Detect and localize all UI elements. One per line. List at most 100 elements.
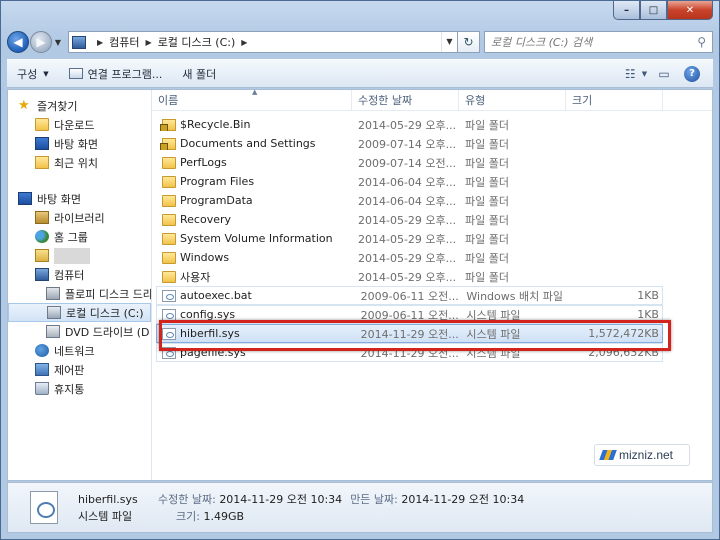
column-size[interactable]: 크기 — [566, 90, 663, 110]
nav-item-network[interactable]: 네트워크 — [8, 341, 151, 360]
help-button[interactable]: ? — [681, 64, 703, 84]
system-file-icon — [162, 327, 176, 340]
file-name: Windows — [180, 251, 230, 264]
maximize-button[interactable]: □ — [640, 1, 667, 20]
nav-item-control-panel[interactable]: 제어판 — [8, 360, 151, 379]
back-button[interactable]: ◀ — [7, 31, 29, 53]
nav-label: 최근 위치 — [54, 156, 98, 170]
breadcrumb-local-disk[interactable]: 로컬 디스크 (C:) — [158, 34, 236, 50]
nav-item-desktop-favorite[interactable]: 바탕 화면 — [8, 134, 151, 153]
file-name-cell: pagefile.sys — [157, 346, 355, 359]
file-type-cell: 시스템 파일 — [466, 327, 521, 341]
mizniz-logo-icon — [599, 450, 617, 460]
address-row: ◀ ▶ ▼ ▶ 컴퓨터 ▶ 로컬 디스크 (C:) ▶ ▼ ↻ ⚲ — [7, 29, 713, 55]
nav-item-user[interactable] — [8, 246, 151, 265]
minimize-button[interactable]: – — [613, 1, 640, 20]
file-name: PerfLogs — [180, 156, 227, 169]
table-row[interactable]: Program Files 2014-06-04 오후... 파일 폴더 — [152, 172, 712, 191]
nav-label: 라이브러리 — [54, 211, 105, 225]
file-name-cell: ProgramData — [152, 194, 352, 207]
file-name: ProgramData — [180, 194, 253, 207]
forward-button[interactable]: ▶ — [30, 31, 52, 53]
table-row[interactable]: pagefile.sys 2014-11-29 오전... 시스템 파일 2,096,… — [156, 343, 663, 362]
address-bar[interactable]: ▶ 컴퓨터 ▶ 로컬 디스크 (C:) ▶ ▼ — [68, 31, 458, 53]
nav-item-favorites[interactable]: ★ 즐겨찾기 — [8, 96, 151, 115]
folder-icon — [162, 156, 176, 169]
nav-item-local-disk[interactable]: 로컬 디스크 (C:) — [8, 303, 151, 322]
nav-label: 휴지통 — [54, 382, 85, 396]
control-panel-icon — [35, 363, 49, 376]
open-with-button[interactable]: 연결 프로그램... — [68, 66, 162, 82]
table-row[interactable]: Documents and Settings 2009-07-14 오후... 파일… — [152, 134, 712, 153]
table-row[interactable]: 사용자 2014-05-29 오후... 파일 폴더 — [152, 267, 712, 286]
system-file-icon — [30, 491, 58, 524]
nav-item-downloads[interactable]: 다운로드 — [8, 115, 151, 134]
table-row[interactable]: hiberfil.sys 2014-11-29 오전... 시스템 파일 1,572,… — [156, 324, 663, 343]
explorer-window: – □ ✕ ◀ ▶ ▼ ▶ 컴퓨터 ▶ 로컬 디스크 (C:) ▶ ▼ ↻ ⚲ … — [0, 0, 720, 540]
nav-item-desktop[interactable]: 바탕 화면 — [8, 189, 151, 208]
new-folder-button[interactable]: 새 폴더 — [182, 66, 216, 82]
breadcrumb-computer[interactable]: 컴퓨터 — [109, 34, 139, 50]
file-size-cell: 1,572,472KB — [588, 327, 659, 340]
preview-pane-button[interactable]: ▭ — [653, 64, 675, 84]
table-row[interactable]: $Recycle.Bin 2014-05-29 오후... 파일 폴더 — [152, 115, 712, 134]
table-row[interactable]: config.sys 2009-06-11 오전... 시스템 파일 1KB — [156, 305, 663, 324]
chevron-right-icon[interactable]: ▶ — [146, 38, 152, 47]
search-icon[interactable]: ⚲ — [697, 35, 706, 49]
watermark-text: mizniz.net — [619, 448, 674, 462]
nav-item-recent-places[interactable]: 최근 위치 — [8, 153, 151, 172]
navigation-pane[interactable]: ★ 즐겨찾기 다운로드 바탕 화면 최근 위치 바탕 화면 라이브러리 홈 그룹 … — [8, 90, 152, 480]
organize-button[interactable]: 구성 ▼ — [17, 66, 49, 82]
address-history-dropdown[interactable]: ▼ — [441, 32, 457, 52]
table-row[interactable]: PerfLogs 2009-07-14 오전... 파일 폴더 — [152, 153, 712, 172]
column-date-modified[interactable]: 수정한 날짜 — [352, 90, 459, 110]
file-name: hiberfil.sys — [180, 327, 240, 340]
content-area: ★ 즐겨찾기 다운로드 바탕 화면 최근 위치 바탕 화면 라이브러리 홈 그룹 … — [7, 88, 713, 481]
table-row[interactable]: Recovery 2014-05-29 오후... 파일 폴더 — [152, 210, 712, 229]
file-name: $Recycle.Bin — [180, 118, 251, 131]
search-box[interactable]: ⚲ — [484, 31, 713, 53]
nav-label: 다운로드 — [54, 118, 95, 132]
file-type-cell: 파일 폴더 — [465, 232, 509, 246]
chevron-right-icon[interactable]: ▶ — [97, 38, 103, 47]
hard-drive-icon — [47, 306, 61, 319]
nav-item-computer[interactable]: 컴퓨터 — [8, 265, 151, 284]
file-name: autoexec.bat — [180, 289, 252, 302]
nav-item-libraries[interactable]: 라이브러리 — [8, 208, 151, 227]
file-name-cell: Documents and Settings — [152, 137, 352, 150]
file-date-cell: 2009-07-14 오전... — [358, 156, 457, 170]
search-input[interactable] — [491, 35, 698, 49]
close-button[interactable]: ✕ — [667, 1, 713, 20]
file-name: Documents and Settings — [180, 137, 316, 150]
table-row[interactable]: Windows 2014-05-29 오후... 파일 폴더 — [152, 248, 712, 267]
nav-label: 플로피 디스크 드라 — [65, 287, 152, 301]
computer-icon — [35, 268, 49, 281]
recent-pages-dropdown[interactable]: ▼ — [52, 38, 64, 47]
chevron-right-icon[interactable]: ▶ — [241, 38, 247, 47]
column-type[interactable]: 유형 — [459, 90, 566, 110]
table-row[interactable]: autoexec.bat 2009-06-11 오전... Windows 배치 파… — [156, 286, 663, 305]
nav-item-homegroup[interactable]: 홈 그룹 — [8, 227, 151, 246]
open-with-icon — [68, 68, 83, 79]
table-row[interactable]: ProgramData 2014-06-04 오후... 파일 폴더 — [152, 191, 712, 210]
nav-item-recycle-bin[interactable]: 휴지통 — [8, 379, 151, 398]
file-type-cell: 시스템 파일 — [466, 308, 521, 322]
nav-item-dvd[interactable]: DVD 드라이브 (D — [8, 322, 151, 341]
view-options-button[interactable]: ☷ ▼ — [625, 64, 647, 84]
details-file-type: 시스템 파일 — [78, 510, 133, 523]
floppy-drive-icon — [46, 287, 60, 300]
folder-icon — [162, 270, 176, 283]
nav-label: 컴퓨터 — [54, 268, 85, 282]
refresh-button[interactable]: ↻ — [458, 31, 480, 53]
file-date-cell: 2014-11-29 오전... — [360, 327, 459, 341]
file-size-cell: 2,096,632KB — [588, 346, 659, 359]
downloads-folder-icon — [35, 118, 49, 131]
table-row[interactable]: System Volume Information 2014-05-29 오후..… — [152, 229, 712, 248]
file-name-cell: 사용자 — [152, 269, 352, 285]
file-name-cell: Program Files — [152, 175, 352, 188]
nav-label: 즐겨찾기 — [37, 99, 78, 113]
details-modified-value: 2014-11-29 오전 10:34 — [219, 493, 343, 506]
homegroup-icon — [35, 230, 49, 243]
nav-label: 바탕 화면 — [37, 192, 81, 206]
nav-item-floppy[interactable]: 플로피 디스크 드라 — [8, 284, 151, 303]
